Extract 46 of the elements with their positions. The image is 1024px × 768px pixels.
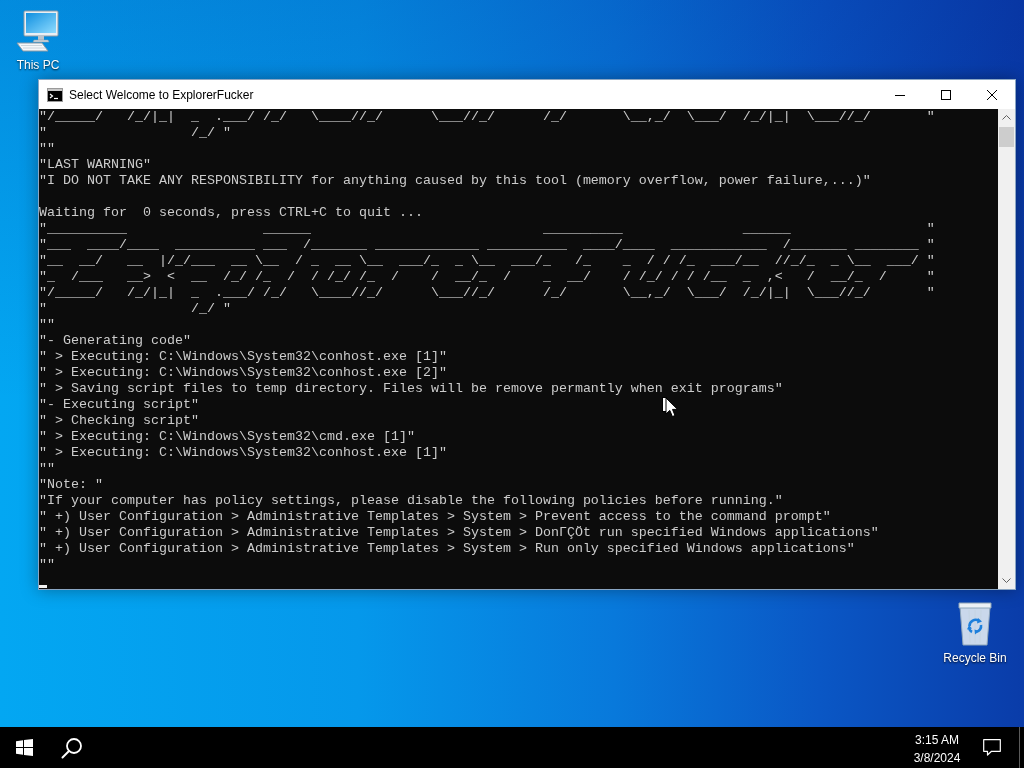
- speech-bubble-icon: [983, 739, 1001, 756]
- console-line: "/_____/ /_/|_| _ .___/ /_/ \____//_/ \___//_/ /_/ \__,_/ \___/ /_/|_| \___//_/ ": [39, 109, 935, 125]
- window-title: Select Welcome to ExplorerFucker: [69, 87, 254, 102]
- desktop-shortcut[interactable]: This PC: [0, 9, 76, 73]
- console-line: " /_/ ": [39, 125, 231, 141]
- search-icon: [61, 736, 83, 759]
- down-chevron-icon: [1002, 578, 1011, 583]
- console-line: "LAST WARNING": [39, 157, 151, 173]
- console-line: " > Saving script files to temp directory. Files will be remove permantly when exit programs": [39, 381, 783, 397]
- maximize-icon: [941, 89, 951, 100]
- console-line: " > Executing: C:\Windows\System32\conhost.exe [2]": [39, 365, 447, 381]
- up-chevron-icon: [1002, 115, 1011, 120]
- desktop-shortcut[interactable]: Recycle Bin: [937, 600, 1013, 666]
- console-line: "If your computer has policy settings, please disable the following policies before running.": [39, 493, 783, 509]
- console-line: "": [39, 461, 55, 477]
- console-line: "__ __/ __ |/_/___ __ \__ / _ __ \__ ___/_ _ \__ ___/_ /_ _ / / /_ ___/__ //_/_ _ \__ ___/ ": [39, 253, 935, 269]
- console-line: " > Executing: C:\Windows\System32\conhost.exe [1]": [39, 349, 447, 365]
- console-line: " > Checking script": [39, 413, 199, 429]
- console-line: "I DO NOT TAKE ANY RESPONSIBILITY for anything caused by this tool (memory overflow, power failure,...)": [39, 173, 871, 189]
- console-icon: [47, 87, 63, 102]
- scrollbar-thumb[interactable]: [999, 127, 1014, 147]
- console-line: " +) User Configuration > Administrative Templates > System > Prevent access to the command prompt": [39, 509, 831, 525]
- console-line: "- Executing script": [39, 397, 199, 413]
- console-line: "_ /___ __> < __ /_/ /_ / / /_/ /_ / / __/_ / _ __/ / /_/ / / /__ _ ,< / __/_ / ": [39, 269, 935, 285]
- text-cursor: [39, 585, 47, 588]
- windows-logo-icon: [15, 739, 33, 756]
- scrollbar[interactable]: [998, 109, 1015, 589]
- console-line: " > Executing: C:\Windows\System32\conhost.exe [1]": [39, 445, 447, 461]
- console-line: "- Generating code": [39, 333, 191, 349]
- console-line: "": [39, 557, 55, 573]
- clock-button[interactable]: 3:15 AM 3/8/2024: [904, 727, 970, 768]
- console-line: Waiting for 0 seconds, press CTRL+C to quit ...: [39, 205, 423, 221]
- computer-icon[interactable]: [15, 9, 61, 53]
- console-line: " > Executing: C:\Windows\System32\cmd.exe [1]": [39, 429, 415, 445]
- console-line: "": [39, 141, 55, 157]
- mouse-pointer-icon: [662, 397, 679, 418]
- console-line: "___ ____/____ __________ ___ /_______ _____________ __________ ____/____ ____________ /_______ ________ ": [39, 237, 935, 253]
- console-line: " +) User Configuration > Administrative Templates > System > Run only specified Windows applications": [39, 541, 855, 557]
- console-line: " +) User Configuration > Administrative Templates > System > DonΓÇÖt run specified Windows applications": [39, 525, 879, 541]
- console-line: "Note: ": [39, 477, 103, 493]
- console-line: " /_/ ": [39, 301, 231, 317]
- console-line: "/_____/ /_/|_| _ .___/ /_/ \____//_/ \___//_/ /_/ \__,_/ \___/ /_/|_| \___//_/ ": [39, 285, 935, 301]
- console-line: "": [39, 317, 55, 333]
- recycle-bin-icon[interactable]: [955, 600, 995, 646]
- console-line: "__________ ______ __________ ______ ": [39, 221, 935, 237]
- close-icon: [987, 89, 997, 100]
